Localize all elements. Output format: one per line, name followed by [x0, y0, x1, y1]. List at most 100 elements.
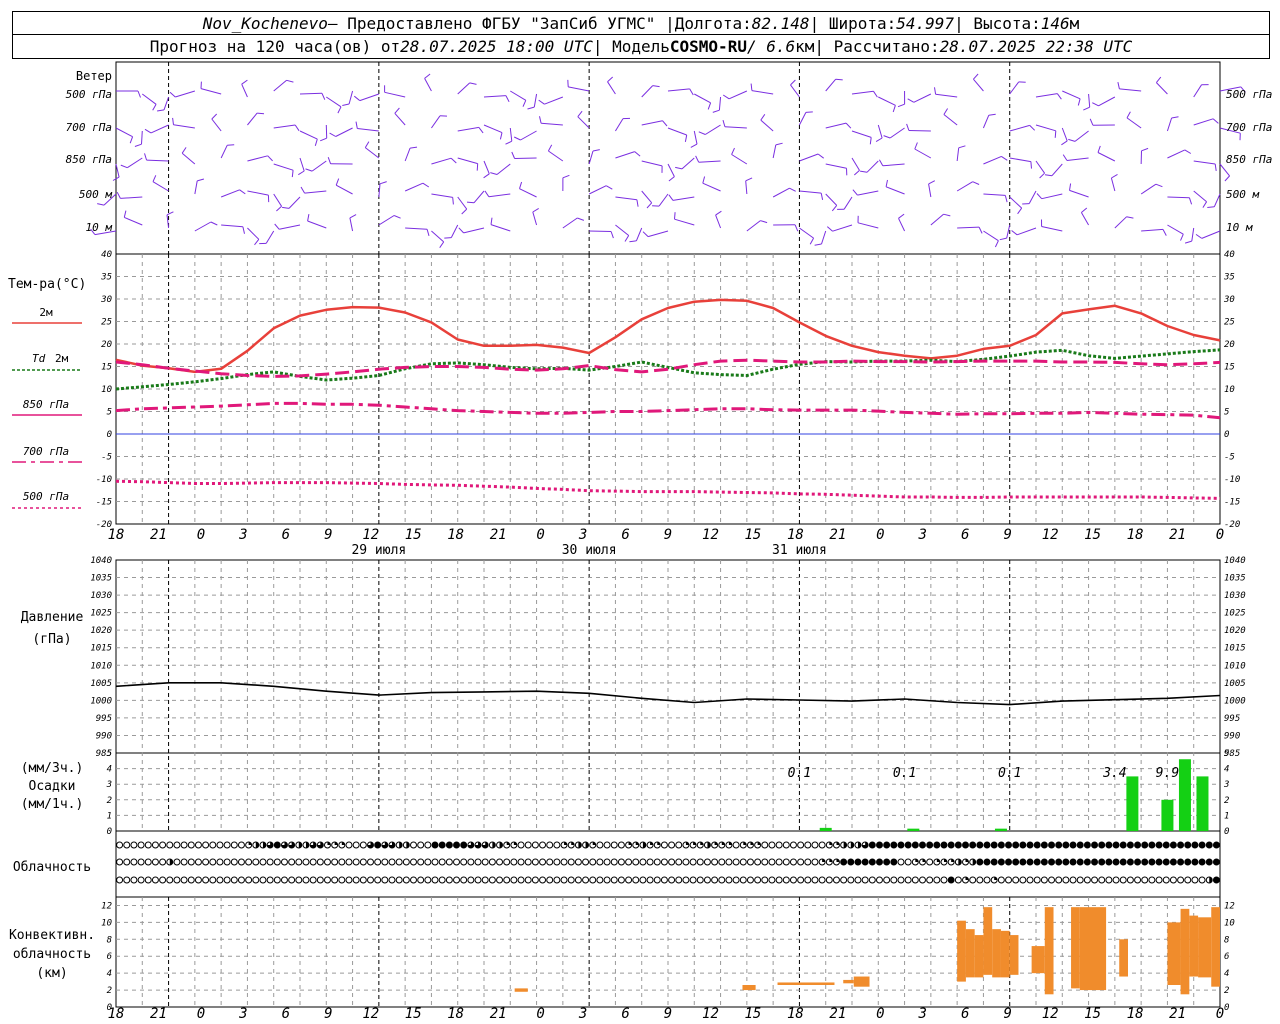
cloud-cover-circle	[517, 841, 525, 849]
wind-barb-feather	[1126, 111, 1131, 119]
wind-barb-feather	[120, 164, 128, 169]
cloud-cover-fill	[750, 842, 754, 845]
precip-tick-label: 0	[107, 827, 112, 837]
cloud-cover-circle	[711, 876, 719, 884]
wind-barb	[1080, 212, 1090, 226]
wind-barb	[790, 84, 800, 98]
cloud-cover-fill	[1127, 842, 1134, 848]
cloud-cover-fill	[1005, 859, 1012, 865]
cloud-cover-circle	[775, 858, 783, 866]
pressure-tick-label: 1000	[1224, 696, 1246, 706]
wind-barb-feather	[885, 179, 888, 187]
hour-tick-label: 9	[1003, 1006, 1011, 1022]
pressure-tick-label: 1020	[90, 626, 112, 636]
hour-tick-label: 21	[490, 1006, 507, 1022]
cloud-cover-circle	[732, 876, 740, 884]
wind-barb	[150, 124, 169, 134]
precip-amount-label: 0.1	[788, 766, 811, 781]
cloud-cover-circle	[553, 841, 561, 849]
wind-barb-feather	[539, 116, 542, 124]
wind-level-label: 10 м	[86, 221, 113, 234]
cloud-cover-circle	[696, 858, 704, 866]
convective-bar	[1000, 930, 1010, 978]
cloud-cover-circle	[388, 858, 396, 866]
cloud-cover-circle	[660, 841, 668, 849]
wind-barb	[746, 220, 761, 232]
wind-barb	[404, 147, 411, 162]
hour-tick-label: 18	[447, 1006, 464, 1022]
cloud-cover-circle	[137, 858, 145, 866]
cloud-cover-fill	[955, 842, 962, 848]
cloud-cover-circle	[467, 876, 475, 884]
wind-barb-feather	[239, 189, 246, 195]
cloud-cover-circle	[775, 841, 783, 849]
wind-barb-feather	[820, 192, 824, 201]
wind-barb	[265, 230, 275, 244]
cloud-cover-circle	[381, 858, 389, 866]
cloud-cover-circle	[797, 858, 805, 866]
wind-barb	[247, 227, 260, 240]
cloud-cover-fill	[460, 842, 467, 848]
convective-bar	[853, 976, 870, 987]
wind-barb	[1074, 130, 1089, 142]
hour-tick-label: 3	[238, 527, 247, 543]
conv-tick-label: 2	[1224, 986, 1229, 996]
wind-barb-feather	[484, 190, 490, 197]
wind-barb	[615, 118, 624, 132]
temp-title: Тем-ра(°С)	[8, 277, 86, 292]
cloud-cover-fill	[700, 842, 704, 845]
cloud-cover-circle	[194, 841, 202, 849]
cloud-cover-circle	[754, 858, 762, 866]
hour-tick-label: 6	[961, 527, 969, 543]
wind-barb-feather	[775, 142, 783, 146]
cloud-cover-circle	[381, 876, 389, 884]
wind-barb	[731, 154, 748, 165]
cloud-cover-circle	[653, 858, 661, 866]
precip-bar	[907, 828, 920, 831]
cloud-cover-circle	[1076, 876, 1084, 884]
cloud-cover-circle	[116, 876, 124, 884]
cloud-cover-fill	[248, 842, 252, 845]
cloud-cover-circle	[481, 876, 489, 884]
cloud-cover-circle	[202, 876, 210, 884]
wind-barb-feather	[577, 110, 583, 118]
cloud-cover-circle	[1112, 876, 1120, 884]
cloud-cover-circle	[252, 876, 260, 884]
wind-barb-feather	[116, 191, 121, 199]
convective-bar	[957, 920, 966, 982]
cloud-cover-circle	[883, 876, 891, 884]
cloud-cover-fill	[657, 842, 661, 845]
wind-barb	[1201, 230, 1221, 239]
wind-barb-feather	[166, 211, 174, 216]
cloud-cover-fill	[743, 842, 747, 845]
wind-barb-feather	[257, 112, 265, 115]
hour-tick-label: 18	[1127, 1006, 1144, 1022]
cloud-cover-circle	[725, 858, 733, 866]
wind-barb	[404, 182, 424, 192]
pressure-tick-label: 990	[96, 731, 112, 741]
wind-barb-feather	[1056, 93, 1062, 100]
cloud-cover-circle	[639, 876, 647, 884]
wind-barb-feather	[1092, 102, 1099, 107]
wind-barb	[1069, 189, 1089, 198]
wind-barb	[615, 151, 635, 159]
cloud-cover-circle	[417, 858, 425, 866]
wind-barb-feather	[636, 199, 639, 207]
convective-bar	[1071, 907, 1080, 989]
wind-barb	[431, 157, 452, 165]
cloud-cover-circle	[840, 876, 848, 884]
cloud-cover-fill	[1184, 842, 1191, 848]
cloud-cover-fill	[757, 842, 761, 845]
wind-barb	[1035, 160, 1046, 174]
wind-barb	[490, 224, 511, 232]
cloud-cover-fill	[1027, 842, 1034, 848]
wind-barb	[1098, 96, 1116, 107]
cloud-cover-fill	[1177, 859, 1184, 865]
wind-barb-feather	[1077, 98, 1081, 106]
wind-barb-feather	[538, 99, 545, 105]
wind-barb-feather	[254, 238, 260, 246]
hour-tick-label: 6	[621, 527, 629, 543]
wind-barb-feather	[276, 205, 282, 212]
wind-barb-feather	[519, 181, 523, 189]
cloud-cover-fill	[976, 842, 983, 848]
